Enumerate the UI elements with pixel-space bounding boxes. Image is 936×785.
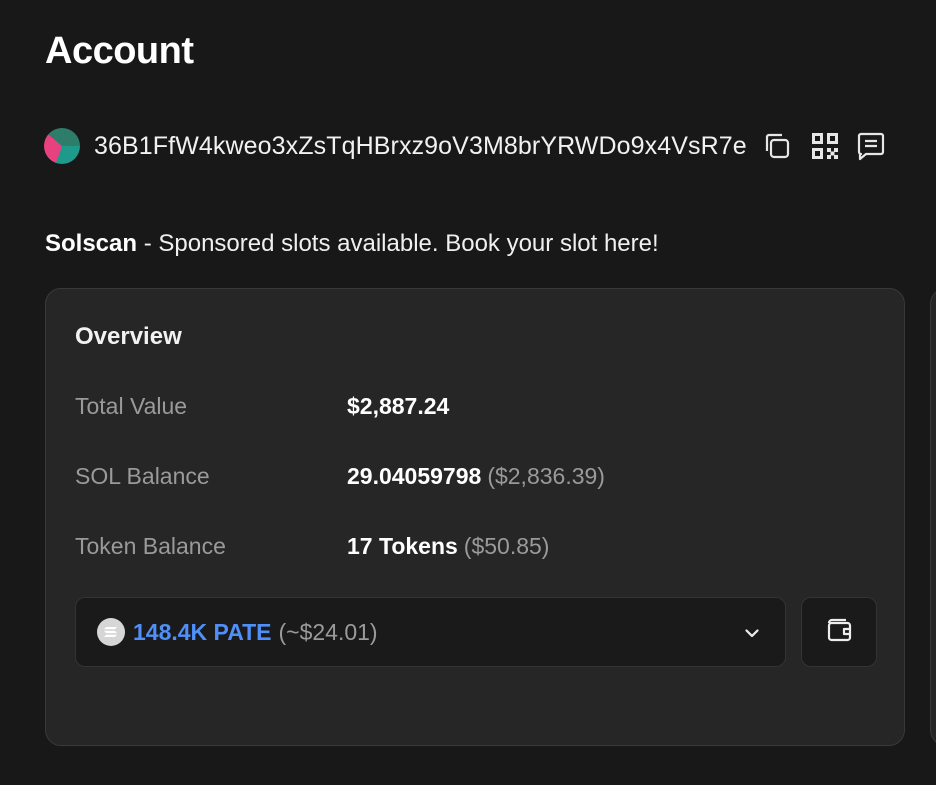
wallet-button[interactable] bbox=[801, 597, 877, 667]
overview-title: Overview bbox=[75, 323, 182, 350]
chevron-down-icon bbox=[743, 624, 761, 642]
token-balance-label: Token Balance bbox=[75, 533, 226, 559]
page-title: Account bbox=[45, 30, 194, 72]
side-card bbox=[930, 288, 936, 746]
sponsor-text: - Sponsored slots available. Book your s… bbox=[137, 230, 659, 257]
account-address-row: 36B1FfW4kweo3xZsTqHBrxz9oV3M8brYRWDo9x4V… bbox=[44, 128, 887, 164]
total-value-label: Total Value bbox=[75, 393, 188, 419]
solana-logo-icon bbox=[97, 618, 125, 646]
wallet-icon bbox=[824, 615, 854, 650]
sol-balance-amount: 29.04059798 bbox=[347, 463, 482, 489]
sol-balance-usd: ($2,836.39) bbox=[487, 463, 605, 489]
token-balance-value: 17 Tokens ($50.85) bbox=[347, 533, 549, 560]
token-balance-amount: 17 Tokens bbox=[347, 533, 458, 559]
sponsored-banner[interactable]: Solscan - Sponsored slots available. Boo… bbox=[45, 230, 659, 258]
token-balance-usd: ($50.85) bbox=[463, 533, 550, 559]
sponsor-brand: Solscan bbox=[45, 230, 138, 257]
token-select-dropdown[interactable]: 148.4K PATE (~$24.01) bbox=[75, 597, 786, 667]
account-page: Account 36B1FfW4kweo3xZsTqHBrxz9oV3M8brY… bbox=[0, 0, 936, 785]
account-address: 36B1FfW4kweo3xZsTqHBrxz9oV3M8brYRWDo9x4V… bbox=[94, 131, 747, 160]
total-value-amount: $2,887.24 bbox=[347, 393, 450, 419]
overview-card: Overview Total Value $2,887.24 SOL Balan… bbox=[45, 288, 905, 746]
token-select-usd: (~$24.01) bbox=[278, 618, 378, 645]
copy-icon[interactable] bbox=[761, 130, 793, 162]
note-icon[interactable] bbox=[855, 130, 887, 162]
account-avatar bbox=[44, 128, 80, 164]
token-select-amount: 148.4K PATE bbox=[133, 618, 272, 645]
qr-code-icon[interactable] bbox=[809, 130, 841, 162]
sol-balance-label: SOL Balance bbox=[75, 463, 210, 489]
sol-balance-value: 29.04059798 ($2,836.39) bbox=[347, 463, 605, 490]
